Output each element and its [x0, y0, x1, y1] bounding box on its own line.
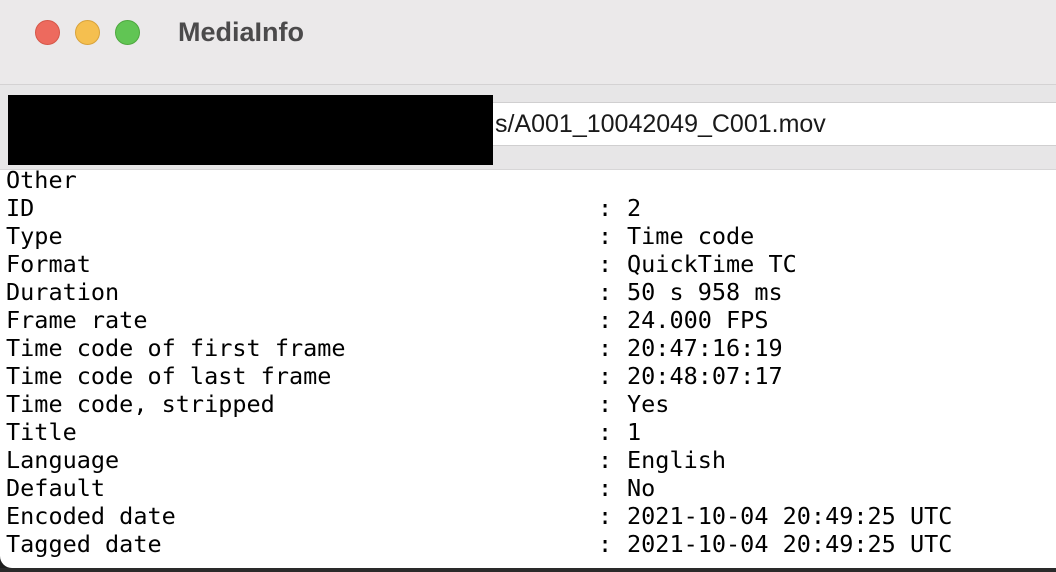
field-value: 2021-10-04 20:49:25 UTC	[627, 502, 953, 530]
field-value: 2	[627, 194, 642, 222]
field-value: No	[627, 474, 656, 502]
field-label: Type	[6, 222, 63, 250]
field-label: Time code, stripped	[6, 390, 275, 418]
close-window-button[interactable]	[35, 20, 60, 45]
field-value: QuickTime TC	[627, 250, 797, 278]
report-row: ID:2	[6, 194, 1056, 222]
report-row: Default: No	[6, 474, 1056, 502]
report-row: Title:1	[6, 418, 1056, 446]
redaction-box	[8, 95, 493, 165]
field-separator: :	[598, 502, 613, 530]
section-header: Other	[6, 166, 1056, 194]
field-label: Encoded date	[6, 502, 176, 530]
field-separator: :	[598, 446, 613, 474]
report-row: Time code of first frame:20:47:16:19	[6, 334, 1056, 362]
field-value: Time code	[627, 222, 755, 250]
field-separator: :	[598, 334, 613, 362]
field-label: Duration	[6, 278, 120, 306]
field-label: Time code of first frame	[6, 334, 346, 362]
field-separator: :	[598, 278, 613, 306]
report-row: Type: Time code	[6, 222, 1056, 250]
field-separator: :	[598, 530, 613, 558]
report-rows: ID:2 Type: Time code Format: QuickTime TC Dur…	[6, 194, 1056, 558]
field-separator: :	[598, 250, 613, 278]
report-row: Frame rate:24.000 FPS	[6, 306, 1056, 334]
field-separator: :	[598, 390, 613, 418]
field-label: Language	[6, 446, 120, 474]
field-value: 50 s 958 ms	[627, 278, 783, 306]
field-separator: :	[598, 306, 613, 334]
report-row: Language: English	[6, 446, 1056, 474]
field-label: Format	[6, 250, 91, 278]
report-row: Duration:50 s 958 ms	[6, 278, 1056, 306]
field-separator: :	[598, 194, 613, 222]
field-label: Tagged date	[6, 530, 162, 558]
minimize-window-button[interactable]	[75, 20, 100, 45]
field-label: Frame rate	[6, 306, 148, 334]
field-value: 24.000 FPS	[627, 306, 769, 334]
field-label: Title	[6, 418, 77, 446]
field-value: English	[627, 446, 727, 474]
field-value: 20:47:16:19	[627, 334, 783, 362]
field-separator: :	[598, 362, 613, 390]
section-title: Other	[6, 166, 77, 194]
report-row: Time code, stripped: Yes	[6, 390, 1056, 418]
mediainfo-window: MediaInfo s/A001_10042049_C001.mov Other…	[0, 0, 1056, 568]
report-row: Format: QuickTime TC	[6, 250, 1056, 278]
field-label: Time code of last frame	[6, 362, 332, 390]
desktop-edge	[0, 568, 1056, 572]
report-row: Time code of last frame:20:48:07:17	[6, 362, 1056, 390]
file-path-text: s/A001_10042049_C001.mov	[495, 110, 826, 138]
field-value: 2021-10-04 20:49:25 UTC	[627, 530, 953, 558]
field-value: 1	[627, 418, 642, 446]
field-label: ID	[6, 194, 35, 222]
field-value: 20:48:07:17	[627, 362, 783, 390]
window-title: MediaInfo	[178, 17, 304, 47]
report-row: Tagged date:2021-10-04 20:49:25 UTC	[6, 530, 1056, 558]
title-bar[interactable]: MediaInfo	[0, 0, 1056, 85]
field-separator: :	[598, 222, 613, 250]
field-value: Yes	[627, 390, 670, 418]
media-info-report[interactable]: Other ID:2 Type: Time code Format: QuickTime…	[6, 166, 1056, 558]
report-row: Encoded date:2021-10-04 20:49:25 UTC	[6, 502, 1056, 530]
field-separator: :	[598, 418, 613, 446]
field-label: Default	[6, 474, 106, 502]
zoom-window-button[interactable]	[115, 20, 140, 45]
field-separator: :	[598, 474, 613, 502]
